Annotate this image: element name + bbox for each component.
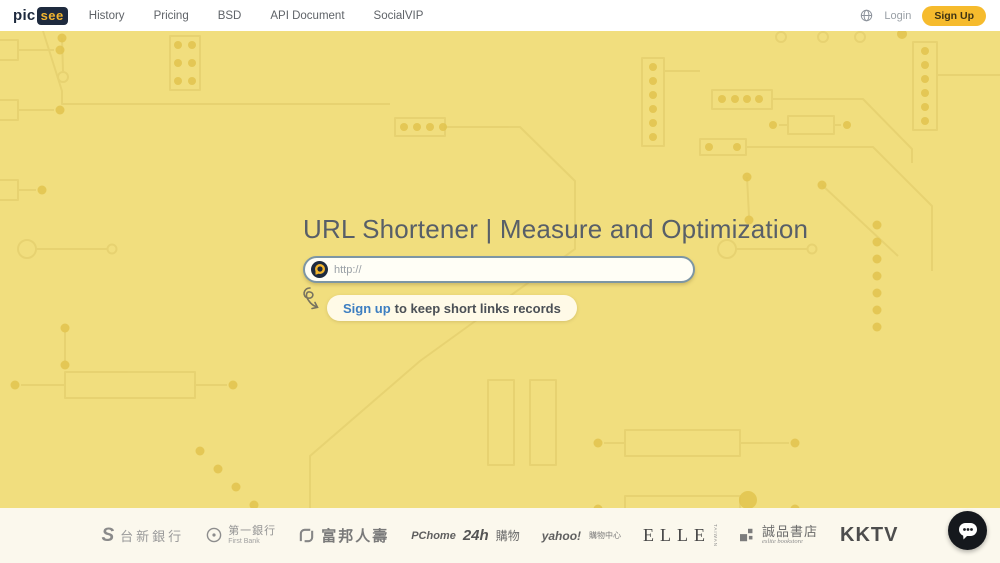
eslite-sublabel: eslite bookstore [762,539,818,546]
nav-right: Login Sign Up [860,6,986,26]
pchome-brand: PChome [411,530,456,542]
picsee-logo[interactable]: picsee [13,7,68,25]
elle-sublabel: TAIWAN [713,524,718,547]
signup-link[interactable]: Sign up [343,301,391,316]
url-input[interactable] [328,264,693,276]
logo-text-pic: pic [13,7,36,24]
partner-eslite-bookstore: 誠品書店 eslite bookstore [740,525,818,545]
fubon-life-icon [298,527,315,544]
first-bank-icon [206,527,222,543]
hero-section: URL Shortener | Measure and Optimization… [0,31,1000,508]
nav-links: History Pricing BSD API Document SocialV… [89,10,424,22]
pchome-suffix: 購物 [496,527,520,544]
signup-note[interactable]: Sign up to keep short links records [327,295,577,321]
globe-icon[interactable] [860,9,873,22]
taishin-bank-icon: S [101,525,114,547]
login-link[interactable]: Login [884,10,911,22]
nav-item-socialvip[interactable]: SocialVIP [374,10,424,22]
url-input-container [303,256,695,283]
nav-item-pricing[interactable]: Pricing [154,10,189,22]
kktv-label: KKTV [840,524,898,547]
nav-item-bsd[interactable]: BSD [218,10,242,22]
elle-label: ELLE [643,525,711,546]
signup-note-text: to keep short links records [395,301,561,316]
partner-taishin-bank: S 台新銀行 [101,525,184,547]
logo-text-see: see [37,7,68,25]
taishin-bank-label: 台新銀行 [120,526,184,545]
partner-yahoo-shopping: yahoo! 購物中心 [542,529,621,543]
pchome-24h: 24h [463,527,489,544]
partners-footer: S 台新銀行 第一銀行 First Bank 富邦人壽 PChome 24h 購… [0,508,1000,563]
partner-kktv: KKTV [840,524,898,547]
yahoo-suffix: 購物中心 [589,530,621,541]
partner-first-bank: 第一銀行 First Bank [206,526,276,545]
page-title: URL Shortener | Measure and Optimization [303,214,808,245]
signup-button[interactable]: Sign Up [922,6,986,26]
partner-elle: ELLE TAIWAN [643,524,718,547]
partner-fubon-life: 富邦人壽 [298,525,389,546]
nav-item-history[interactable]: History [89,10,125,22]
nav-item-api-document[interactable]: API Document [270,10,344,22]
partner-pchome-24h: PChome 24h 購物 [411,527,520,544]
first-bank-sublabel: First Bank [228,538,276,545]
top-navbar: picsee History Pricing BSD API Document … [0,0,1000,31]
fubon-life-label: 富邦人壽 [321,525,389,546]
chat-bubble-icon [957,521,979,541]
picsee-mark-icon [311,261,328,278]
eslite-label: 誠品書店 [762,525,818,539]
curved-arrow-icon [299,285,325,315]
yahoo-brand: yahoo! [542,529,581,543]
first-bank-label: 第一銀行 [228,526,276,538]
chat-button[interactable] [948,511,987,550]
eslite-icon [740,527,756,543]
